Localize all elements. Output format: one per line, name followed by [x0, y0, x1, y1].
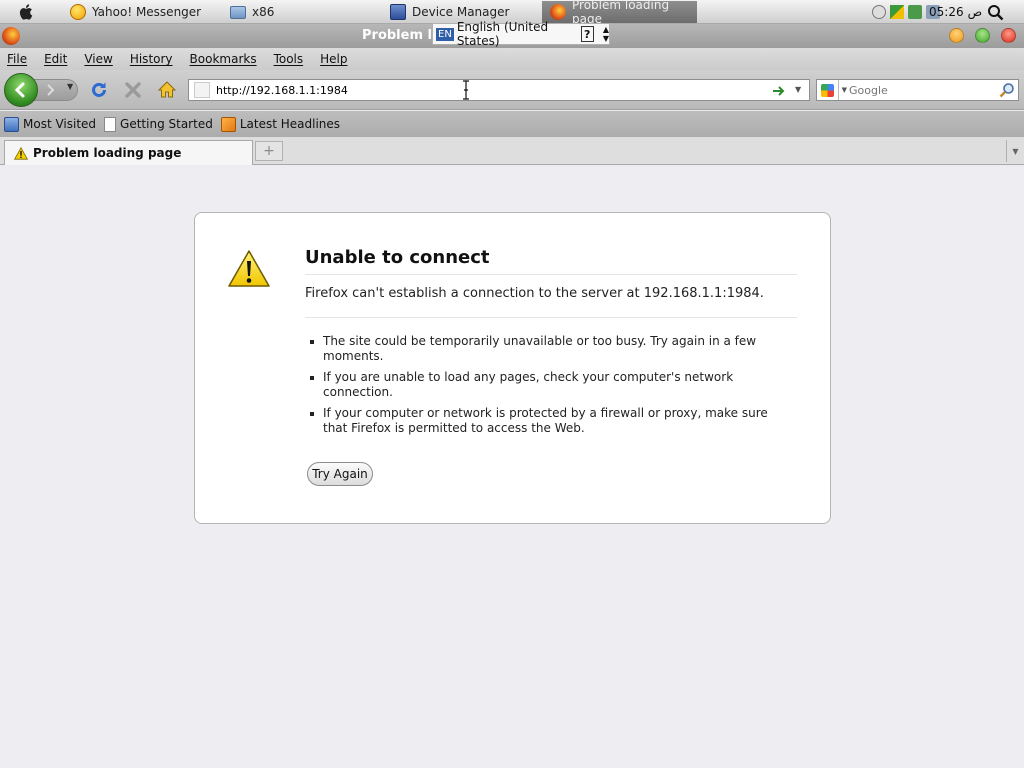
language-label: English (United States)	[456, 20, 549, 48]
bookmark-label: Most Visited	[23, 117, 97, 131]
error-box: Unable to connect Firefox can't establis…	[194, 212, 831, 524]
list-item: The site could be temporarily unavailabl…	[307, 334, 777, 364]
bookmark-label: Getting Started	[120, 117, 213, 131]
tab-strip: Problem loading page + ▼	[0, 137, 1024, 165]
navigation-toolbar: ▼ ▼ ▼	[0, 70, 1024, 110]
most-visited-icon	[4, 116, 19, 132]
menu-bookmarks[interactable]: Bookmarks	[190, 52, 257, 66]
error-description: Firefox can't establish a connection to …	[305, 286, 797, 318]
stop-icon[interactable]	[123, 80, 143, 100]
bookmark-most-visited[interactable]: Most Visited	[4, 116, 97, 132]
rss-icon	[220, 116, 236, 132]
error-suggestions: The site could be temporarily unavailabl…	[307, 334, 777, 442]
language-switcher[interactable]: EN English (United States) ? ▲ ▼	[432, 20, 610, 48]
chevron-down-icon[interactable]: ▲ ▼	[603, 25, 609, 43]
taskbar-item-label: Device Manager	[412, 5, 510, 19]
bookmark-getting-started[interactable]: Getting Started	[104, 116, 213, 132]
help-icon[interactable]: ?	[580, 26, 594, 42]
taskbar-item-x86[interactable]: x86	[222, 1, 377, 23]
bookmarks-toolbar: Most Visited Getting Started Latest Head…	[0, 111, 1024, 137]
new-tab-button[interactable]: +	[255, 141, 283, 161]
search-icon[interactable]	[999, 82, 1015, 98]
taskbar-item-label: Yahoo! Messenger	[92, 5, 202, 19]
menu-tools[interactable]: Tools	[274, 52, 304, 66]
warning-icon	[228, 250, 270, 287]
url-input[interactable]	[216, 81, 736, 99]
chevron-down-icon: ▼	[1012, 146, 1019, 156]
menu-help[interactable]: Help	[320, 52, 347, 66]
go-arrow-icon[interactable]	[772, 84, 786, 98]
history-dropdown-icon[interactable]: ▼	[67, 82, 73, 91]
site-identity-icon[interactable]	[194, 82, 210, 98]
tab-list-button[interactable]: ▼	[1006, 140, 1024, 162]
minimize-button[interactable]	[949, 28, 964, 43]
menu-edit[interactable]: Edit	[44, 52, 67, 66]
yahoo-messenger-icon	[70, 4, 86, 20]
try-again-button[interactable]: Try Again	[307, 462, 373, 486]
tab-label: Problem loading page	[33, 146, 182, 160]
text-cursor-icon	[463, 80, 469, 100]
search-bar[interactable]: ▼	[816, 79, 1019, 101]
language-code-badge: EN	[436, 27, 454, 41]
clock-suffix: ص	[967, 5, 983, 19]
network-warning-icon[interactable]	[890, 5, 904, 19]
menu-history[interactable]: History	[130, 52, 173, 66]
forward-button[interactable]: ▼	[32, 79, 78, 101]
close-button[interactable]	[1001, 28, 1016, 43]
arrow-right-icon	[47, 84, 55, 96]
arrow-left-icon	[14, 82, 25, 98]
home-icon[interactable]	[157, 80, 177, 100]
plus-icon: +	[263, 143, 275, 159]
list-item: If you are unable to load any pages, che…	[307, 370, 777, 400]
clock[interactable]: 05:26 ص	[929, 0, 982, 24]
search-input[interactable]	[849, 81, 994, 99]
device-manager-icon	[390, 4, 406, 20]
update-tray-icon[interactable]	[908, 5, 922, 19]
window-title: Problem l	[362, 28, 432, 43]
reload-icon[interactable]	[89, 80, 109, 100]
maximize-button[interactable]	[975, 28, 990, 43]
menu-view[interactable]: View	[84, 52, 112, 66]
url-history-dropdown-icon[interactable]: ▼	[795, 85, 801, 94]
firefox-logo-icon[interactable]	[2, 27, 20, 45]
list-item: If your computer or network is protected…	[307, 406, 777, 436]
search-engine-dropdown-icon[interactable]: ▼	[842, 86, 847, 94]
firefox-icon	[550, 4, 566, 20]
menu-file[interactable]: File	[7, 52, 27, 66]
page-content: Unable to connect Firefox can't establis…	[0, 166, 1024, 768]
smiley-tray-icon[interactable]	[872, 5, 886, 19]
search-engine-google-icon[interactable]: ▼	[817, 80, 847, 100]
tab-problem-loading-page[interactable]: Problem loading page	[4, 140, 253, 165]
clock-time: 05:26	[929, 5, 964, 19]
error-title: Unable to connect	[305, 247, 797, 275]
folder-icon	[230, 5, 246, 19]
warning-icon	[14, 146, 28, 160]
bookmark-label: Latest Headlines	[239, 117, 341, 131]
back-button[interactable]	[4, 73, 38, 107]
apple-menu-icon[interactable]	[18, 3, 36, 21]
taskbar-item-label: x86	[252, 5, 275, 19]
bookmark-latest-headlines[interactable]: Latest Headlines	[220, 116, 341, 132]
spotlight-search-icon[interactable]	[987, 4, 1004, 21]
address-bar[interactable]: ▼	[188, 79, 810, 101]
page-icon	[104, 116, 117, 132]
menu-bar: File Edit View History Bookmarks Tools H…	[0, 48, 1024, 70]
taskbar-item-yahoo-messenger[interactable]: Yahoo! Messenger	[62, 1, 217, 23]
